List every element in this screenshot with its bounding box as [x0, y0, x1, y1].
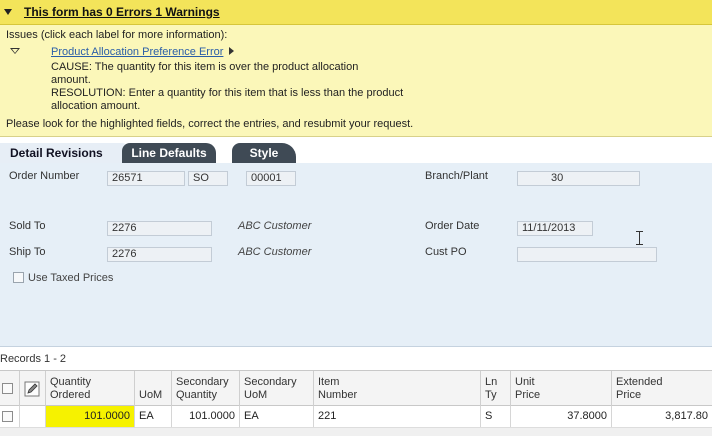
- quantity-ordered-cell[interactable]: 101.0000: [46, 406, 135, 427]
- issue-cause-text: CAUSE: The quantity for this item is ove…: [51, 61, 359, 86]
- issue-expand-arrow-icon[interactable]: [229, 47, 234, 55]
- col-secondary-uom[interactable]: Secondary UoM: [240, 371, 314, 406]
- tab-detail-revisions[interactable]: Detail Revisions: [0, 143, 128, 163]
- col-secondary-uom-line2: UoM: [244, 389, 268, 401]
- col-extended-price-line1: Extended: [616, 376, 663, 388]
- secondary-quantity-cell[interactable]: 101.0000: [172, 406, 240, 427]
- uom-cell[interactable]: EA: [135, 406, 172, 427]
- order-type-field[interactable]: SO: [188, 171, 228, 186]
- col-ln-ty-line2: Ty: [485, 389, 497, 401]
- order-date-field[interactable]: 11/11/2013: [517, 221, 593, 236]
- cust-po-field[interactable]: [517, 247, 657, 262]
- extended-price-cell[interactable]: 3,817.80: [612, 406, 712, 427]
- order-date-label: Order Date: [425, 220, 480, 232]
- row-select-checkbox[interactable]: [2, 411, 13, 422]
- warning-header: This form has 0 Errors 1 Warnings: [0, 0, 712, 25]
- order-company-field[interactable]: 00001: [246, 171, 296, 186]
- select-all-cell: [0, 371, 20, 406]
- select-all-checkbox[interactable]: [2, 383, 13, 394]
- edit-column-header: [20, 371, 46, 406]
- ship-to-label: Ship To: [9, 246, 46, 258]
- ship-to-name: ABC Customer: [238, 246, 312, 258]
- secondary-uom-cell[interactable]: EA: [240, 406, 314, 427]
- pencil-icon[interactable]: [24, 381, 40, 397]
- collapse-triangle-icon[interactable]: [4, 9, 12, 15]
- tab-bar: Detail Revisions Line Defaults Style: [0, 143, 712, 163]
- order-lines-grid: Quantity Ordered UoM Secondary Quantity …: [0, 370, 712, 436]
- ship-to-field[interactable]: 2276: [107, 247, 212, 262]
- col-secondary-quantity[interactable]: Secondary Quantity: [172, 371, 240, 406]
- table-row[interactable]: 101.0000 EA 101.0000 EA 221 S 37.8000 3,…: [0, 406, 712, 428]
- row-edit-cell: [20, 406, 46, 427]
- col-uom[interactable]: UoM: [135, 371, 172, 406]
- grid-next-row-strip: [0, 428, 712, 436]
- order-number-field[interactable]: 26571: [107, 171, 185, 186]
- use-taxed-prices-label: Use Taxed Prices: [28, 272, 114, 284]
- col-unit-price[interactable]: Unit Price: [511, 371, 612, 406]
- col-extended-price[interactable]: Extended Price: [612, 371, 712, 406]
- col-quantity-ordered[interactable]: Quantity Ordered: [46, 371, 135, 406]
- branch-plant-label: Branch/Plant: [425, 170, 488, 182]
- col-quantity-ordered-line1: Quantity: [50, 376, 91, 388]
- col-unit-price-line1: Unit: [515, 376, 535, 388]
- sold-to-label: Sold To: [9, 220, 46, 232]
- branch-plant-field[interactable]: 30: [517, 171, 640, 186]
- records-count: Records 1 - 2: [0, 353, 67, 365]
- warning-title-link[interactable]: This form has 0 Errors 1 Warnings: [24, 5, 220, 19]
- col-item-number-line2: Number: [318, 389, 358, 401]
- tab-style[interactable]: Style: [232, 143, 296, 163]
- col-item-number[interactable]: Item Number: [314, 371, 481, 406]
- grid-header: Quantity Ordered UoM Secondary Quantity …: [0, 370, 712, 406]
- col-secondary-quantity-line1: Secondary: [176, 376, 229, 388]
- col-quantity-ordered-line2: Ordered: [50, 389, 91, 401]
- col-secondary-uom-line1: Secondary: [244, 376, 297, 388]
- col-ln-ty[interactable]: Ln Ty: [481, 371, 511, 406]
- cust-po-label: Cust PO: [425, 246, 467, 258]
- col-item-number-line1: Item: [318, 376, 340, 388]
- col-ln-ty-line1: Ln: [485, 376, 498, 388]
- sold-to-name: ABC Customer: [238, 220, 312, 232]
- issue-footer-text: Please look for the highlighted fields, …: [6, 118, 414, 130]
- item-number-cell[interactable]: 221: [314, 406, 481, 427]
- col-extended-price-line2: Price: [616, 389, 642, 401]
- records-bar: Records 1 - 2: [0, 350, 712, 370]
- tab-line-defaults[interactable]: Line Defaults: [122, 143, 216, 163]
- issue-label-link[interactable]: Product Allocation Preference Error: [51, 46, 223, 58]
- sold-to-field[interactable]: 2276: [107, 221, 212, 236]
- col-unit-price-line2: Price: [515, 389, 541, 401]
- issues-intro-text: Issues (click each label for more inform…: [6, 29, 228, 41]
- use-taxed-prices-checkbox[interactable]: [13, 272, 24, 283]
- issue-resolution-text: RESOLUTION: Enter a quantity for this it…: [51, 87, 404, 112]
- warning-panel: Issues (click each label for more inform…: [0, 25, 712, 137]
- order-number-label: Order Number: [9, 170, 80, 182]
- detail-revisions-form: Order Number 26571 SO 00001 Branch/Plant…: [0, 163, 712, 347]
- issue-toggle-triangle-icon[interactable]: [10, 48, 20, 54]
- unit-price-cell[interactable]: 37.8000: [511, 406, 612, 427]
- ln-ty-cell[interactable]: S: [481, 406, 511, 427]
- col-uom-line1: UoM: [139, 389, 163, 401]
- row-select-cell: [0, 406, 20, 427]
- col-secondary-quantity-line2: Quantity: [176, 389, 217, 401]
- text-cursor-icon: [636, 231, 643, 245]
